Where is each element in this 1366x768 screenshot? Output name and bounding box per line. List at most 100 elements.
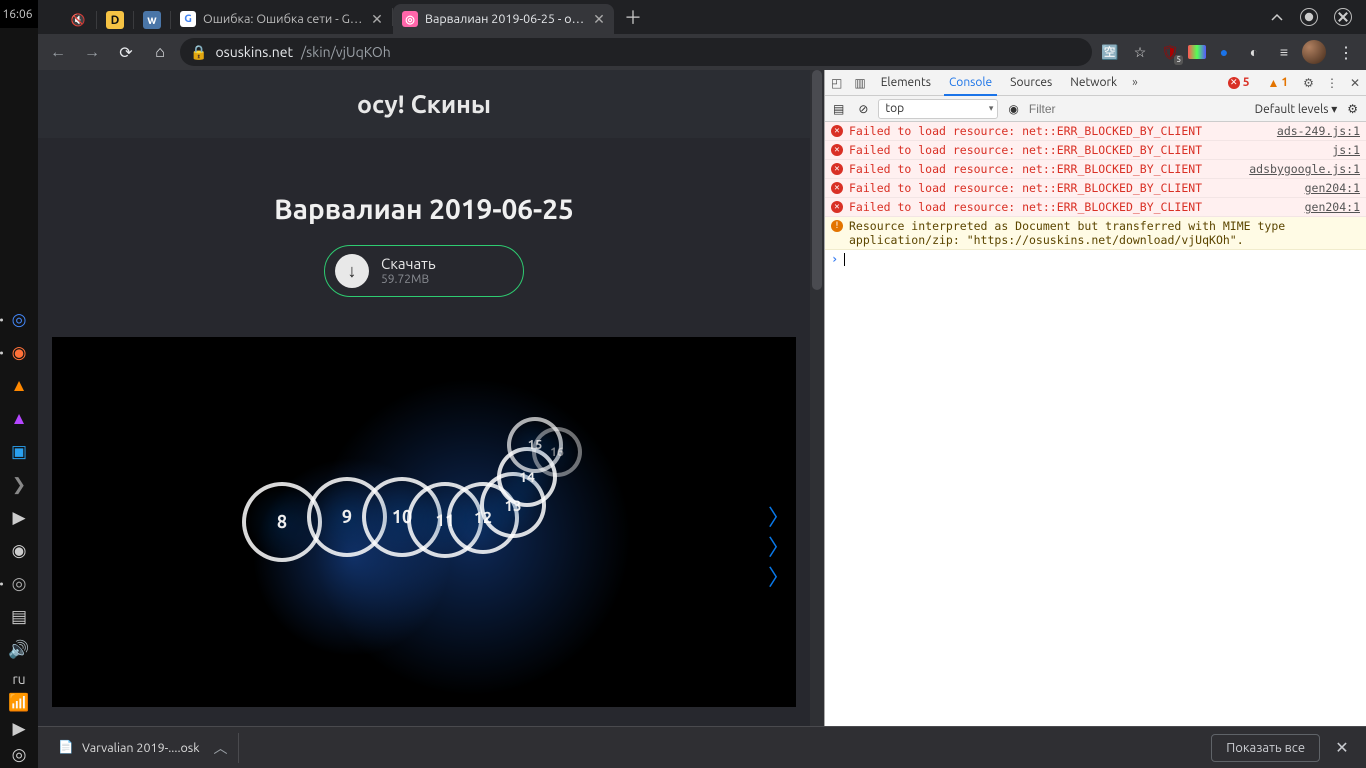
console-message-source[interactable]: adsbygoogle.js:1 [1249, 162, 1360, 176]
close-download-shelf-button[interactable]: ✕ [1328, 734, 1356, 762]
pinned-tab-speaker[interactable]: 🔇 [60, 6, 96, 34]
console-message: ✕ Failed to load resource: net::ERR_BLOCK… [825, 198, 1366, 217]
skin-title: Варвалиан 2019-06-25 [38, 194, 810, 225]
console-toolbar: ▤ ⊘ top ◉ Default levels ▾ ⚙ [825, 96, 1366, 122]
browser-tab[interactable]: ◎ Варвалиан 2019-06-25 - осу! ✕ [393, 4, 614, 34]
download-icon: ↓ [335, 254, 369, 288]
console-message-text: Resource interpreted as Document but tra… [849, 219, 1360, 247]
ext-circle-icon[interactable]: ◐ [1242, 40, 1266, 64]
reading-list-icon[interactable]: ≡ [1272, 40, 1296, 64]
url-path: /skin/vjUqKOh [301, 44, 391, 60]
carousel-next-icon[interactable]: 〉 [768, 507, 790, 529]
console-clear-icon[interactable]: ⊘ [854, 102, 872, 116]
console-prompt[interactable]: › [825, 250, 1366, 268]
devtools-menu-icon[interactable]: ⋮ [1320, 70, 1344, 95]
dock-settings-icon[interactable]: ◎ [4, 745, 34, 765]
dock-app-flame[interactable]: ▲ [4, 404, 34, 434]
console-message: ✕ Failed to load resource: net::ERR_BLOCK… [825, 141, 1366, 160]
show-all-downloads-button[interactable]: Показать все [1211, 734, 1320, 762]
new-tab-button[interactable]: ＋ [620, 4, 646, 30]
console-message-text: Failed to load resource: net::ERR_BLOCKE… [849, 181, 1299, 195]
devtools-tab-network[interactable]: Network [1061, 70, 1126, 95]
error-icon: ✕ [831, 144, 843, 156]
console-filter-input[interactable] [1029, 99, 1249, 119]
console-sidebar-toggle-icon[interactable]: ▤ [829, 102, 848, 116]
dock-app-vlc[interactable]: ▲ [4, 371, 34, 401]
window-minimize-icon[interactable] [1270, 8, 1284, 26]
carousel-next-icon[interactable]: 〉 [768, 567, 790, 589]
dock-app-terminal[interactable]: ❯ [4, 470, 34, 500]
chrome-window: 🔇Dw GОшибка: Ошибка сети - Goo✕◎Варвалиа… [38, 0, 1366, 768]
tab-title: Варвалиан 2019-06-25 - осу! [425, 12, 585, 26]
dock-app-clipboard[interactable]: ▤ [4, 602, 34, 632]
console-live-expr-icon[interactable]: ◉ [1004, 102, 1022, 116]
translate-icon[interactable]: 🈳 [1098, 40, 1122, 64]
download-menu-icon[interactable]: ︿ [214, 738, 228, 758]
profile-avatar[interactable] [1302, 40, 1326, 64]
dock-app-firefox[interactable]: ◉ [4, 338, 34, 368]
dock-app-sound[interactable]: 🔊 [4, 635, 34, 665]
devtools-more-tabs-icon[interactable]: » [1126, 70, 1144, 95]
warning-icon: ! [831, 220, 843, 232]
dock-app-chrome[interactable]: ◎ [4, 305, 34, 335]
home-button[interactable]: ⌂ [146, 38, 174, 66]
tab-close-icon[interactable]: ✕ [370, 12, 384, 26]
devtools-tab-console[interactable]: Console [940, 70, 1001, 95]
device-toggle-icon[interactable]: ▥ [848, 70, 871, 95]
site-header: осу! Скины [38, 70, 810, 138]
skin-preview-image: 8 9 10 11 12 13 14 15 16 〉 〉 〉 [52, 337, 796, 707]
ext-rainbow-icon[interactable] [1188, 45, 1206, 59]
devtools-tab-elements[interactable]: Elements [872, 70, 940, 95]
console-message-text: Failed to load resource: net::ERR_BLOCKE… [849, 200, 1299, 214]
carousel-next-icon[interactable]: 〉 [768, 537, 790, 559]
devtools-error-count[interactable]: ✕5 [1219, 70, 1259, 95]
pinned-tab-d-site[interactable]: D [97, 6, 133, 34]
reload-button[interactable]: ⟳ [112, 38, 140, 66]
bookmark-star-icon[interactable]: ☆ [1128, 40, 1152, 64]
download-label: Скачать [381, 255, 436, 272]
address-bar[interactable]: 🔒 osuskins.net/skin/vjUqKOh [180, 38, 1092, 66]
console-context-select[interactable]: top [878, 99, 998, 119]
devtools-tab-sources[interactable]: Sources [1001, 70, 1061, 95]
window-close-icon[interactable] [1334, 8, 1352, 26]
dock-expand-icon[interactable]: ▶ [4, 719, 34, 739]
console-message-text: Failed to load resource: net::ERR_BLOCKE… [849, 143, 1326, 157]
ext-blue-icon[interactable]: ● [1212, 40, 1236, 64]
console-message-source[interactable]: gen204:1 [1305, 181, 1360, 195]
browser-tab[interactable]: GОшибка: Ошибка сети - Goo✕ [171, 4, 392, 34]
chrome-menu-icon[interactable]: ⋮ [1332, 38, 1360, 66]
pinned-tab-vk[interactable]: w [134, 6, 170, 34]
devtools-warn-count[interactable]: ▲1 [1259, 70, 1298, 95]
window-maximize-icon[interactable] [1300, 8, 1318, 26]
dock-app-steam[interactable]: ◎ [4, 569, 34, 599]
tab-favicon: ◎ [402, 11, 418, 27]
tab-close-icon[interactable]: ✕ [592, 12, 606, 26]
console-message-source[interactable]: gen204:1 [1305, 200, 1360, 214]
dock-app-obs[interactable]: ◉ [4, 536, 34, 566]
browser-toolbar: ← → ⟳ ⌂ 🔒 osuskins.net/skin/vjUqKOh 🈳 ☆ … [38, 34, 1366, 70]
inspect-icon[interactable]: ◰ [825, 70, 848, 95]
ublock-icon[interactable]: 🛡5 [1158, 40, 1182, 64]
error-icon: ✕ [831, 163, 843, 175]
error-icon: ✕ [831, 201, 843, 213]
console-message-source[interactable]: js:1 [1332, 143, 1360, 157]
tab-title: Ошибка: Ошибка сети - Goo [203, 12, 363, 26]
console-levels-select[interactable]: Default levels ▾ [1255, 102, 1338, 116]
devtools-close-icon[interactable]: ✕ [1344, 70, 1366, 95]
dock-wifi-icon[interactable]: 📶 [4, 693, 34, 713]
dock-language[interactable]: ru [4, 671, 34, 687]
download-button[interactable]: ↓ Скачать 59.72MB [324, 245, 524, 297]
dock-app-files[interactable]: ▣ [4, 437, 34, 467]
console-settings-icon[interactable]: ⚙ [1343, 102, 1362, 116]
prompt-caret-icon: › [831, 252, 838, 266]
tab-strip: 🔇Dw GОшибка: Ошибка сети - Goo✕◎Варвалиа… [38, 0, 1366, 34]
console-log[interactable]: ✕Failed to load resource: net::ERR_BLOCK… [825, 122, 1366, 768]
back-button[interactable]: ← [44, 38, 72, 66]
console-message-source[interactable]: ads-249.js:1 [1277, 124, 1360, 138]
dock-app-play[interactable]: ▶ [4, 503, 34, 533]
devtools-settings-icon[interactable]: ⚙ [1297, 70, 1320, 95]
page-scrollbar[interactable] [810, 70, 824, 768]
console-message: ✕Failed to load resource: net::ERR_BLOCK… [825, 122, 1366, 141]
download-item[interactable]: 📄 Varvalian 2019-....osk ︿ [48, 733, 239, 763]
system-clock: 16:06 [0, 0, 35, 28]
